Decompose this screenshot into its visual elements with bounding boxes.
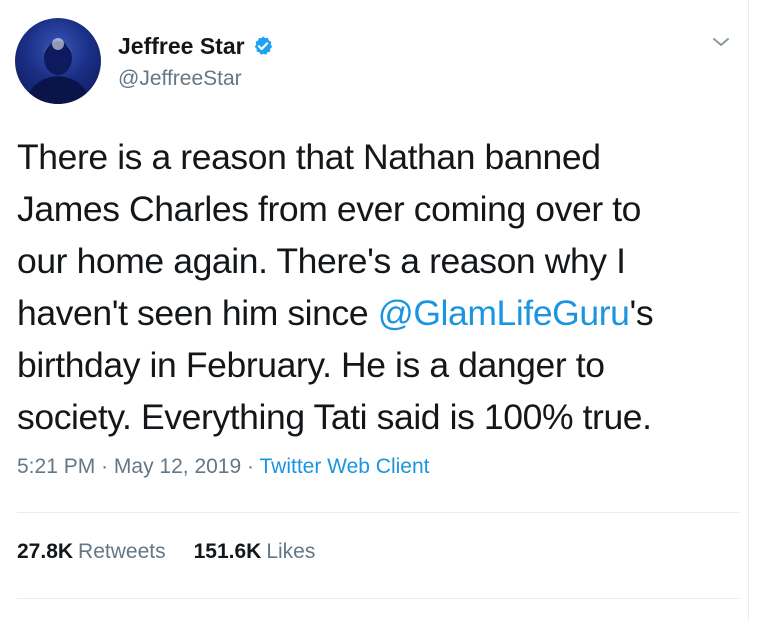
tweet-text-segment: 's: [629, 293, 654, 333]
tweet-text-line: There is a reason that Nathan banned: [17, 137, 601, 177]
avatar[interactable]: [15, 18, 101, 104]
divider: [17, 512, 739, 513]
card-border: [748, 0, 749, 620]
tweet-card: Jeffree Star @JeffreeStar There is a rea…: [0, 0, 757, 620]
tweet-text: There is a reason that Nathan banned Jam…: [17, 131, 737, 443]
meta-separator: ·: [247, 455, 255, 478]
tweet-text-line: birthday in February. He is a danger to: [17, 345, 605, 385]
chevron-down-icon[interactable]: [711, 34, 731, 50]
author-handle[interactable]: @JeffreeStar: [118, 67, 242, 91]
author-display-name[interactable]: Jeffree Star: [118, 33, 245, 60]
author-name-row[interactable]: Jeffree Star: [118, 31, 274, 61]
tweet-text-line: society. Everything Tati said is 100% tr…: [17, 397, 652, 437]
retweets-label: Retweets: [78, 540, 166, 563]
tweet-text-line: our home again. There's a reason why I: [17, 241, 626, 281]
meta-separator: ·: [101, 455, 109, 478]
tweet-text-segment: haven't seen him since: [17, 293, 378, 333]
verified-badge-icon: [254, 36, 272, 55]
retweets-count: 27.8K: [17, 540, 74, 563]
tweet-date[interactable]: May 12, 2019: [114, 455, 241, 478]
mention-link[interactable]: @GlamLifeGuru: [378, 293, 630, 333]
tweet-text-line: haven't seen him since @GlamLifeGuru's: [17, 287, 737, 339]
likes-label: Likes: [266, 540, 316, 563]
tweet-meta: 5:21 PM · May 12, 2019 · Twitter Web Cli…: [17, 455, 429, 479]
likes-count: 151.6K: [193, 540, 262, 563]
tweet-source-link[interactable]: Twitter Web Client: [259, 455, 429, 478]
tweet-time[interactable]: 5:21 PM: [17, 455, 95, 478]
tweet-text-line: James Charles from ever coming over to: [17, 189, 642, 229]
tweet-stats: 27.8K Retweets 151.6K Likes: [17, 540, 315, 564]
divider: [17, 598, 739, 599]
likes-stat[interactable]: 151.6K Likes: [194, 540, 316, 564]
retweets-stat[interactable]: 27.8K Retweets: [17, 540, 166, 564]
